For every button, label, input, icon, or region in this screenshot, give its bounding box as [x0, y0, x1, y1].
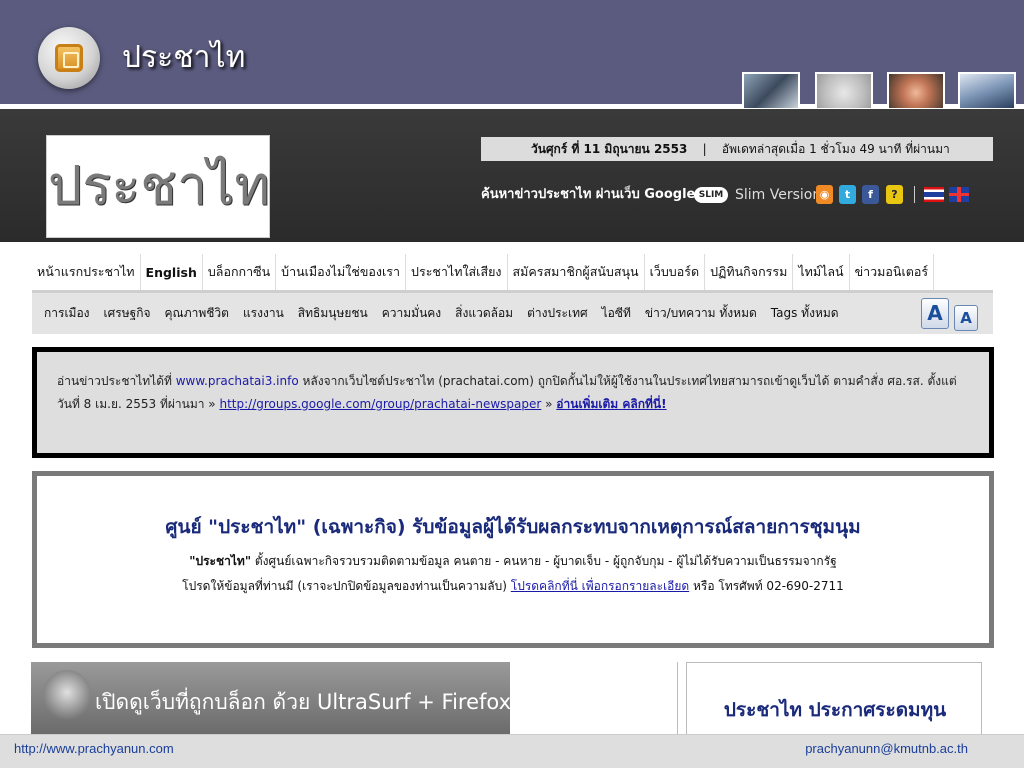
slide-title: ประชาไท	[122, 40, 246, 75]
twitter-icon[interactable]: t	[839, 185, 856, 204]
category-item[interactable]: ข่าว/บทความ ทั้งหมด	[638, 304, 764, 323]
slide-footer: http://www.prachyanun.com prachyanunn@km…	[0, 734, 1024, 768]
thai-flag-icon[interactable]	[924, 187, 944, 202]
category-item[interactable]: Tags ทั้งหมด	[764, 304, 846, 323]
announcement-brand: "ประชาไท"	[189, 554, 252, 568]
separator	[914, 186, 915, 203]
nav-item[interactable]: English	[141, 254, 203, 290]
announcement-link[interactable]: โปรดคลิกที่นี่ เพื่อกรอกรายละเอียด	[511, 579, 689, 593]
fundraising-heading: ประชาไท ประกาศระดมทุน	[723, 699, 947, 721]
sub-nav: การเมือง เศรษฐกิจ คุณภาพชีวิต แรงงาน สิทธิมน…	[32, 290, 993, 334]
center-announcement: ศูนย์ "ประชาไท" (เฉพาะกิจ) รับข้อมูลผู้ไ…	[32, 471, 994, 648]
announcement-heading: ศูนย์ "ประชาไท" (เฉพาะกิจ) รับข้อมูลผู้ไ…	[165, 516, 861, 538]
facebook-icon[interactable]: f	[862, 185, 879, 204]
announcement-line: "ประชาไท" ตั้งศูนย์เฉพาะกิจรวบรวมติดตามข…	[37, 552, 989, 571]
thumbnail-photo	[742, 72, 800, 110]
ultrasurf-banner[interactable]: เปิดดูเว็บที่ถูกบล็อก ด้วย UltraSurf + F…	[31, 662, 512, 734]
main-nav: หน้าแรกประชาไท English บล็อกกาซีน บ้านเมือง…	[32, 254, 993, 290]
announcement-text: ตั้งศูนย์เฉพาะกิจรวบรวมติดตามข้อมูล คนตา…	[251, 554, 837, 568]
font-larger-button[interactable]: A	[921, 298, 949, 329]
slide: ประชาไท ประชาไท วันศุกร์ ที่ 11 มิถุนายน…	[0, 0, 1024, 768]
date-label: วันศุกร์ ที่ 11 มิถุนายน 2553	[531, 142, 688, 156]
nav-item[interactable]: บล็อกกาซีน	[203, 254, 277, 290]
footer-email[interactable]: prachyanunn@kmutnb.ac.th	[805, 741, 968, 756]
slim-version-link[interactable]: Slim Version	[735, 187, 821, 203]
nav-item[interactable]: ไทม์ไลน์	[793, 254, 850, 290]
notice-link-google-group[interactable]: http://groups.google.com/group/prachatai…	[219, 397, 541, 411]
ultrasurf-banner-text: เปิดดูเว็บที่ถูกบล็อก ด้วย UltraSurf + F…	[95, 690, 512, 714]
notice-text: อ่านข่าวประชาไทได้ที่	[57, 374, 176, 388]
notice-link-prachatai3[interactable]: www.prachatai3.info	[176, 374, 299, 388]
category-item[interactable]: คุณภาพชีวิต	[158, 304, 236, 323]
nav-item[interactable]: ปฏิทินกิจกรรม	[705, 254, 794, 290]
fundraising-box[interactable]: ประชาไท ประกาศระดมทุน	[686, 662, 982, 742]
nav-item[interactable]: ประชาไทใส่เสียง	[406, 254, 508, 290]
footer-url[interactable]: http://www.prachyanun.com	[14, 741, 174, 756]
announcement-text: โปรดให้ข้อมูลที่ท่านมี (เราจะปกปิดข้อมูล…	[182, 579, 511, 593]
notice-box: อ่านข่าวประชาไทได้ที่ www.prachatai3.inf…	[32, 347, 994, 458]
category-item[interactable]: ไอซีที	[595, 304, 638, 323]
font-smaller-button[interactable]: A	[954, 305, 978, 331]
rss-icon[interactable]: ◉	[816, 185, 833, 204]
help-icon[interactable]: ?	[886, 185, 903, 204]
site-logo[interactable]: ประชาไท	[46, 135, 270, 238]
ultrasurf-icon	[43, 670, 91, 720]
nav-item[interactable]: เว็บบอร์ด	[645, 254, 706, 290]
site-logo-text: ประชาไท	[47, 154, 270, 217]
date-separator: |	[702, 142, 707, 156]
nav-item[interactable]: บ้านเมืองไม่ใช่ของเรา	[276, 254, 407, 290]
notice-link-read-more[interactable]: อ่านเพิ่มเติม คลิกที่นี่!	[556, 397, 666, 411]
category-item[interactable]: สิทธิมนุษยชน	[291, 304, 375, 323]
slim-badge[interactable]: SLIM	[694, 187, 728, 203]
update-text: อัพเดทล่าสุดเมื่อ 1 ชั่วโมง 49 นาที ที่ผ…	[721, 142, 950, 156]
category-item[interactable]: เศรษฐกิจ	[97, 304, 158, 323]
category-item[interactable]: ต่างประเทศ	[520, 304, 595, 323]
notice-text: »	[541, 397, 557, 411]
search-label: ค้นหาข่าวประชาไท ผ่านเว็บ Google	[481, 187, 696, 202]
thumbnail-photo	[815, 72, 873, 110]
nav-item[interactable]: ข่าวมอนิเตอร์	[850, 254, 935, 290]
date-bar: วันศุกร์ ที่ 11 มิถุนายน 2553 | อัพเดทล่…	[481, 137, 993, 161]
divider	[677, 662, 678, 742]
uk-flag-icon[interactable]	[949, 187, 969, 202]
category-item[interactable]: ความมั่นคง	[375, 304, 448, 323]
announcement-text: หรือ โทรศัพท์ 02-690-2711	[689, 579, 844, 593]
announcement-line: โปรดให้ข้อมูลที่ท่านมี (เราจะปกปิดข้อมูล…	[37, 577, 989, 596]
category-item[interactable]: สิ่งแวดล้อม	[448, 304, 520, 323]
thumbnail-photo	[958, 72, 1016, 110]
thumbnail-photo	[887, 72, 945, 110]
category-item[interactable]: แรงงาน	[236, 304, 291, 323]
nav-item[interactable]: หน้าแรกประชาไท	[32, 254, 141, 290]
nav-item[interactable]: สมัครสมาชิกผู้สนับสนุน	[508, 254, 645, 290]
category-item[interactable]: การเมือง	[32, 304, 97, 323]
slide-logo-icon	[38, 27, 100, 89]
